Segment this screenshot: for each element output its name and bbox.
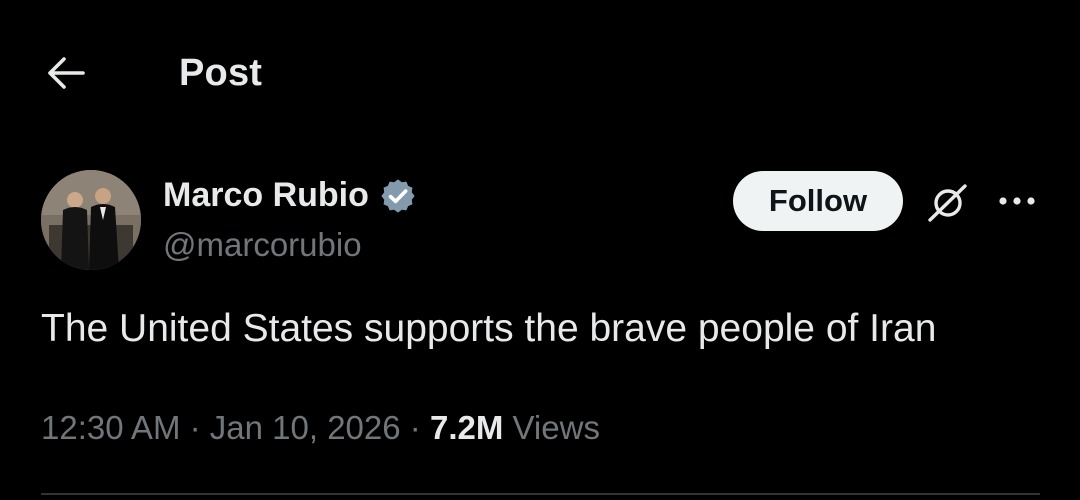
author-name[interactable]: Marco Rubio [163, 176, 369, 215]
divider [41, 493, 1040, 495]
verified-badge-icon [379, 177, 417, 215]
post-time[interactable]: 12:30 AM [41, 409, 180, 446]
more-horizontal-icon [999, 197, 1035, 205]
post-date[interactable]: Jan 10, 2026 [210, 409, 401, 446]
views-label: Views [512, 409, 600, 446]
page-title: Post [179, 52, 263, 94]
post-text: The United States supports the brave peo… [41, 307, 937, 350]
grok-icon [928, 184, 967, 222]
post-meta: 12:30 AM · Jan 10, 2026 · 7.2M Views [41, 409, 600, 447]
arrow-left-icon [48, 57, 85, 89]
meta-separator: · [409, 409, 421, 446]
post-author-row: Marco Rubio @marcorubio Follow [0, 160, 1080, 280]
grok-button[interactable] [922, 180, 974, 226]
top-bar: Post [0, 0, 1080, 150]
author-handle[interactable]: @marcorubio [163, 226, 362, 264]
more-options-button[interactable] [994, 180, 1040, 222]
views-count: 7.2M [429, 409, 504, 446]
meta-separator: · [189, 409, 201, 446]
author-name-line: Marco Rubio [163, 176, 417, 215]
avatar-photo [41, 170, 141, 270]
follow-button[interactable]: Follow [733, 171, 903, 231]
back-button[interactable] [40, 50, 90, 96]
avatar[interactable] [41, 170, 141, 270]
